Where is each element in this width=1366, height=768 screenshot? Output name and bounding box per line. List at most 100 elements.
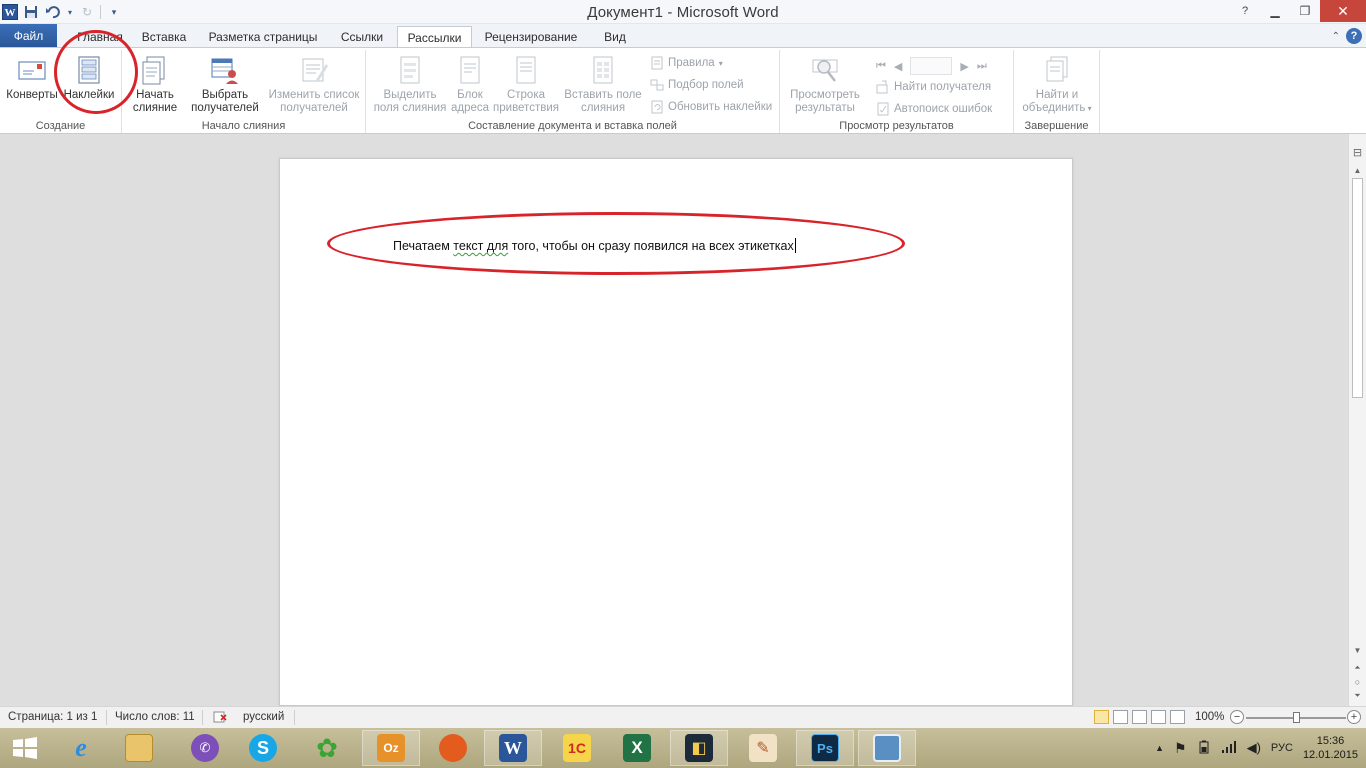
tab-insert[interactable]: Вставка <box>134 26 194 48</box>
select-recipients-button[interactable]: Выбрать получателей <box>186 54 264 115</box>
zoom-level[interactable]: 100% <box>1195 711 1224 723</box>
zoom-out-icon[interactable]: − <box>1230 710 1244 724</box>
taskbar-excel[interactable]: X <box>608 730 666 766</box>
tab-references[interactable]: Ссылки <box>334 26 390 48</box>
taskbar-skype[interactable]: S <box>234 730 292 766</box>
view-buttons <box>1094 710 1185 724</box>
proofing-icon[interactable] <box>212 709 228 728</box>
taskbar-photo-viewer[interactable] <box>858 730 916 766</box>
taskbar-icq[interactable]: ✿ <box>298 730 356 766</box>
outlook-icon: Oz <box>377 734 405 762</box>
next-page-icon[interactable]: ⏷ <box>1349 688 1366 704</box>
windows-logo-icon <box>13 737 37 759</box>
print-layout-view-icon[interactable] <box>1094 710 1109 724</box>
rules-button[interactable]: Правила ▾ <box>650 56 723 70</box>
help-icon[interactable]: ? <box>1346 28 1362 44</box>
viber-icon: ✆ <box>191 734 219 762</box>
update-labels-label: Обновить наклейки <box>668 101 773 113</box>
preview-results-button[interactable]: Просмотреть результаты <box>784 54 866 115</box>
close-button[interactable]: ✕ <box>1320 0 1366 22</box>
insert-field-icon <box>593 56 613 84</box>
rules-icon <box>651 56 663 70</box>
taskbar-1c[interactable]: 1С <box>548 730 606 766</box>
taskbar-firefox[interactable] <box>424 730 482 766</box>
labels-button[interactable]: Наклейки <box>60 54 118 102</box>
web-layout-view-icon[interactable] <box>1132 710 1147 724</box>
full-screen-reading-view-icon[interactable] <box>1113 710 1128 724</box>
envelopes-button[interactable]: Конверты <box>4 54 60 102</box>
language-indicator[interactable]: русский <box>243 711 284 723</box>
outline-view-icon[interactable] <box>1151 710 1166 724</box>
record-number-input[interactable] <box>910 57 953 75</box>
match-fields-button[interactable]: Подбор полей <box>650 78 744 92</box>
input-language[interactable]: РУС <box>1271 742 1293 754</box>
ruler-toggle-icon[interactable]: ⊟ <box>1349 144 1366 160</box>
finish-merge-button[interactable]: Найти и объединить ▾ <box>1018 54 1096 115</box>
scroll-down-icon[interactable]: ▼ <box>1349 642 1366 658</box>
scroll-thumb[interactable] <box>1352 178 1363 398</box>
zoom-slider-thumb[interactable] <box>1293 712 1300 723</box>
taskbar-photoshop[interactable]: Ps <box>796 730 854 766</box>
last-record-icon[interactable]: ⏭ <box>977 60 987 73</box>
tab-file[interactable]: Файл <box>0 24 57 48</box>
tab-page-layout[interactable]: Разметка страницы <box>200 26 326 48</box>
page-count[interactable]: Страница: 1 из 1 <box>8 711 97 723</box>
window-controls: ? ▁ ❐ ✕ <box>1230 0 1366 22</box>
zoom-in-icon[interactable]: + <box>1347 710 1361 724</box>
clock[interactable]: 15:36 12.01.2015 <box>1303 734 1358 762</box>
taskbar-viber[interactable]: ✆ <box>176 730 234 766</box>
tab-mailings[interactable]: Рассылки <box>397 26 472 49</box>
document-page[interactable]: Печатаем текст для того, чтобы он сразу … <box>279 158 1073 706</box>
taskbar-paint[interactable]: ✎ <box>734 730 792 766</box>
group-create: Конверты Наклейки Создание <box>0 50 122 133</box>
action-center-flag-icon[interactable]: ⚑ <box>1174 740 1187 757</box>
preview-label-2: результаты <box>795 102 855 114</box>
show-hidden-icons-icon[interactable]: ▲ <box>1155 743 1164 753</box>
previous-record-icon[interactable]: ◀ <box>894 60 902 73</box>
taskbar-file-explorer[interactable] <box>110 730 168 766</box>
battery-icon[interactable] <box>1197 740 1211 757</box>
scroll-up-icon[interactable]: ▲ <box>1349 162 1366 178</box>
group-preview: Просмотреть результаты ⏮ ◀ ▶ ⏭ Найти пол… <box>780 50 1014 133</box>
record-navigation: ⏮ ◀ ▶ ⏭ <box>876 57 987 75</box>
taskbar-outlook[interactable]: Oz <box>362 730 420 766</box>
volume-icon[interactable]: ◀) <box>1247 740 1261 756</box>
help-window-icon[interactable]: ? <box>1230 0 1260 22</box>
tab-home[interactable]: Главная <box>68 26 132 48</box>
match-fields-icon <box>650 79 664 91</box>
highlight-label-2: поля слияния <box>373 102 447 114</box>
group-start-merge-label: Начало слияния <box>201 120 286 132</box>
taskbar-app-dark[interactable]: ◧ <box>670 730 728 766</box>
next-record-icon[interactable]: ▶ <box>960 60 968 73</box>
draft-view-icon[interactable] <box>1170 710 1185 724</box>
auto-check-errors-button[interactable]: Автопоиск ошибок <box>876 102 992 116</box>
find-recipient-button[interactable]: Найти получателя <box>876 80 991 94</box>
highlight-fields-button[interactable]: Выделить поля слияния <box>370 54 450 115</box>
address-block-button[interactable]: Блок адреса <box>450 54 490 115</box>
first-record-icon[interactable]: ⏮ <box>876 60 886 73</box>
insert-merge-field-button[interactable]: Вставить поле слияния <box>562 54 644 115</box>
edit-recipient-list-button[interactable]: Изменить список получателей <box>264 54 364 115</box>
restore-button[interactable]: ❐ <box>1290 0 1320 22</box>
start-merge-button[interactable]: Начать слияние <box>128 54 182 115</box>
document-paragraph[interactable]: Печатаем текст для того, чтобы он сразу … <box>393 238 796 253</box>
update-labels-button[interactable]: Обновить наклейки <box>650 100 772 114</box>
auto-check-label: Автопоиск ошибок <box>894 103 993 115</box>
rules-label: Правила <box>668 57 715 69</box>
vertical-scrollbar[interactable]: ⊟ ▲ ▼ ⏶ ○ ⏷ <box>1348 134 1366 706</box>
doc-text-part-2: того, чтобы он сразу появился на всех эт… <box>508 239 794 253</box>
taskbar-word[interactable]: W <box>484 730 542 766</box>
taskbar-internet-explorer[interactable]: e <box>52 730 110 766</box>
collapse-ribbon-icon[interactable]: ⌃ <box>1332 31 1340 42</box>
finish-merge-icon <box>1046 56 1068 82</box>
group-write-insert-label: Составление документа и вставка полей <box>468 120 677 132</box>
tab-review[interactable]: Рецензирование <box>478 26 584 48</box>
photoshop-icon: Ps <box>811 734 839 762</box>
photo-viewer-icon <box>873 734 901 762</box>
tab-view[interactable]: Вид <box>596 26 634 48</box>
word-count[interactable]: Число слов: 11 <box>115 711 195 723</box>
greeting-line-button[interactable]: Строка приветствия <box>492 54 560 115</box>
minimize-button[interactable]: ▁ <box>1260 0 1290 22</box>
network-signal-icon[interactable] <box>1221 740 1237 757</box>
start-button[interactable] <box>0 728 50 768</box>
